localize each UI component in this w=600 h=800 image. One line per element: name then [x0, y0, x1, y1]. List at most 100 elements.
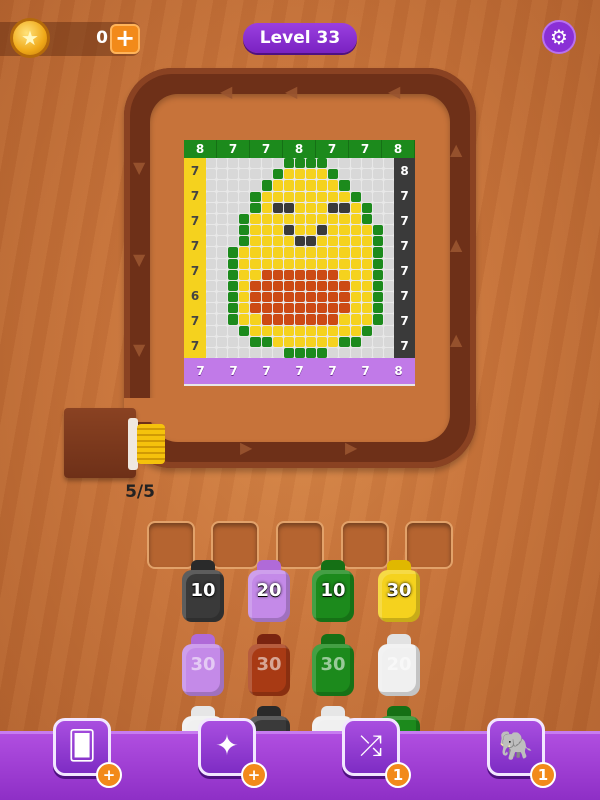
- pixel-cell: [328, 314, 339, 325]
- pixel-cell: [317, 336, 328, 347]
- pixel-cell: [372, 225, 383, 236]
- pixel-cell: [372, 325, 383, 336]
- pixel-cell: [361, 314, 372, 325]
- pixel-cell: [339, 169, 350, 180]
- pixel-cell: [261, 303, 272, 314]
- pixel-cell: [283, 336, 294, 347]
- pixel-cell: [383, 247, 394, 258]
- pixel-cell: [261, 158, 272, 169]
- clue-number: 7: [190, 213, 200, 228]
- pixel-cell: [250, 180, 261, 191]
- clue-number: 7: [250, 140, 283, 158]
- pixel-cell: [206, 347, 217, 358]
- pixel-cell: [350, 158, 361, 169]
- pixel-cell: [283, 225, 294, 236]
- pixel-cell: [206, 325, 217, 336]
- pixel-cell: [239, 158, 250, 169]
- pixel-cell: [261, 314, 272, 325]
- pixel-cell: [350, 347, 361, 358]
- clue-number: 7: [400, 338, 409, 353]
- pixel-cell: [239, 347, 250, 358]
- bottle-value: 30: [320, 654, 346, 675]
- pixel-cell: [350, 258, 361, 269]
- pixel-cell: [250, 158, 261, 169]
- pixel-cell: [328, 258, 339, 269]
- clue-number: 7: [361, 364, 370, 378]
- pixel-cell: [228, 303, 239, 314]
- pixel-cell: [306, 258, 317, 269]
- pixel-cell: [306, 202, 317, 213]
- pixel-cell: [361, 247, 372, 258]
- pixel-cell: [294, 325, 306, 336]
- pixel-cell: [383, 280, 394, 291]
- pixel-cell: [350, 269, 361, 280]
- pixel-cell: [383, 158, 394, 169]
- bottle-green[interactable]: 30: [312, 634, 354, 696]
- bottle-white[interactable]: 20: [378, 634, 420, 696]
- bead-coil: [137, 424, 165, 464]
- bottle-red[interactable]: 30: [248, 634, 290, 696]
- pixel-cell: [217, 292, 228, 303]
- pixel-cell: [294, 314, 306, 325]
- pixel-cell: [328, 191, 339, 202]
- pixel-cell: [217, 202, 228, 213]
- clue-number: 7: [400, 263, 409, 278]
- pixel-cell: [350, 280, 361, 291]
- pixel-cell: [250, 225, 261, 236]
- left-clues: 7 7 7 7 7 6 7 7: [184, 158, 206, 358]
- pixel-cell: [261, 225, 272, 236]
- pixel-cell: [372, 191, 383, 202]
- bottle-purple[interactable]: 20: [248, 560, 290, 622]
- pixel-cell: [228, 347, 239, 358]
- pixel-cell: [339, 236, 350, 247]
- pixel-cell: [294, 202, 306, 213]
- pixel-cell: [283, 180, 294, 191]
- pixel-cell: [306, 336, 317, 347]
- pixel-cell: [328, 347, 339, 358]
- pixel-cell: [372, 169, 383, 180]
- pixel-cell: [283, 280, 294, 291]
- bottle-black[interactable]: 10: [182, 560, 224, 622]
- pixel-cell: [339, 336, 350, 347]
- bottle-purple[interactable]: 30: [182, 634, 224, 696]
- pixel-cell: [217, 180, 228, 191]
- buy-coins-button[interactable]: +: [110, 24, 140, 54]
- pixel-cell: [350, 247, 361, 258]
- pixel-cell: [339, 280, 350, 291]
- pixel-cell: [350, 292, 361, 303]
- pixel-cell: [206, 191, 217, 202]
- pixel-cell: [228, 225, 239, 236]
- pixel-cell: [383, 180, 394, 191]
- pixel-cell: [261, 180, 272, 191]
- pixel-cell: [228, 336, 239, 347]
- pixel-cell: [228, 314, 239, 325]
- bottle-yellow[interactable]: 30: [378, 560, 420, 622]
- bottle-green[interactable]: 10: [312, 560, 354, 622]
- pixel-cell: [339, 225, 350, 236]
- pixel-cell: [328, 169, 339, 180]
- gear-icon[interactable]: ⚙: [542, 20, 576, 54]
- pixel-cell: [383, 292, 394, 303]
- bottle-value: 30: [190, 654, 216, 675]
- pixel-cell: [328, 202, 339, 213]
- pixel-cell: [261, 347, 272, 358]
- pixel-cell: [228, 169, 239, 180]
- bottle-value: 20: [386, 654, 412, 675]
- pixel-cell: [206, 180, 217, 191]
- pixel-cell: [239, 225, 250, 236]
- pixel-cell: [261, 269, 272, 280]
- pixel-cell: [250, 202, 261, 213]
- pixel-cell: [250, 325, 261, 336]
- pixel-cell: [350, 303, 361, 314]
- pixel-cell: [372, 258, 383, 269]
- magic-wand-icon: ✦: [215, 729, 239, 762]
- pixel-cell: [372, 269, 383, 280]
- pixel-cell: [206, 303, 217, 314]
- pixel-cell: [361, 191, 372, 202]
- pixel-cell: [206, 169, 217, 180]
- pixel-cell: [339, 314, 350, 325]
- pixel-cell: [217, 347, 228, 358]
- clue-number: 7: [190, 163, 200, 178]
- pixel-cell: [317, 280, 328, 291]
- pixel-cell: [228, 258, 239, 269]
